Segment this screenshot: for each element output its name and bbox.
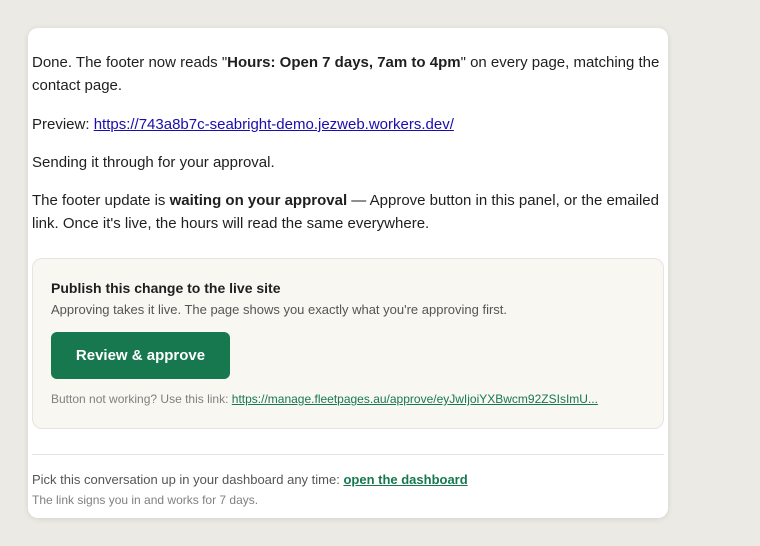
message-paragraph-footer-update: Done. The footer now reads "Hours: Open …	[32, 51, 664, 97]
fallback-prefix: Button not working? Use this link:	[51, 392, 232, 406]
dashboard-link-expiry-note: The link signs you in and works for 7 da…	[32, 493, 259, 507]
approval-panel: Publish this change to the live site App…	[32, 258, 664, 429]
divider	[32, 454, 664, 455]
panel-title: Publish this change to the live site	[51, 280, 281, 296]
message-paragraph-sending: Sending it through for your approval.	[32, 154, 275, 171]
message-paragraph-waiting: The footer update is waiting on your app…	[32, 189, 664, 235]
hours-text: Hours: Open 7 days, 7am to 4pm	[227, 54, 461, 71]
p4-prefix: The footer update is	[32, 192, 170, 209]
review-approve-button[interactable]: Review & approve	[51, 332, 230, 379]
approval-fallback-link[interactable]: https://manage.fleetpages.au/approve/eyJ…	[232, 392, 598, 406]
fallback-link-text: Button not working? Use this link: https…	[51, 392, 598, 406]
dashboard-note: Pick this conversation up in your dashbo…	[32, 472, 468, 487]
message-card: Done. The footer now reads "Hours: Open …	[28, 28, 668, 518]
preview-link[interactable]: https://743a8b7c-seabright-demo.jezweb.w…	[94, 116, 454, 133]
panel-subtitle: Approving takes it live. The page shows …	[51, 302, 508, 317]
dashboard-note-prefix: Pick this conversation up in your dashbo…	[32, 472, 344, 487]
open-dashboard-link[interactable]: open the dashboard	[343, 472, 467, 487]
preview-label: Preview:	[32, 116, 94, 133]
p1-prefix: Done. The footer now reads "	[32, 54, 228, 71]
waiting-text: waiting on your approval	[169, 192, 348, 209]
message-paragraph-preview: Preview: https://743a8b7c-seabright-demo…	[32, 113, 664, 136]
